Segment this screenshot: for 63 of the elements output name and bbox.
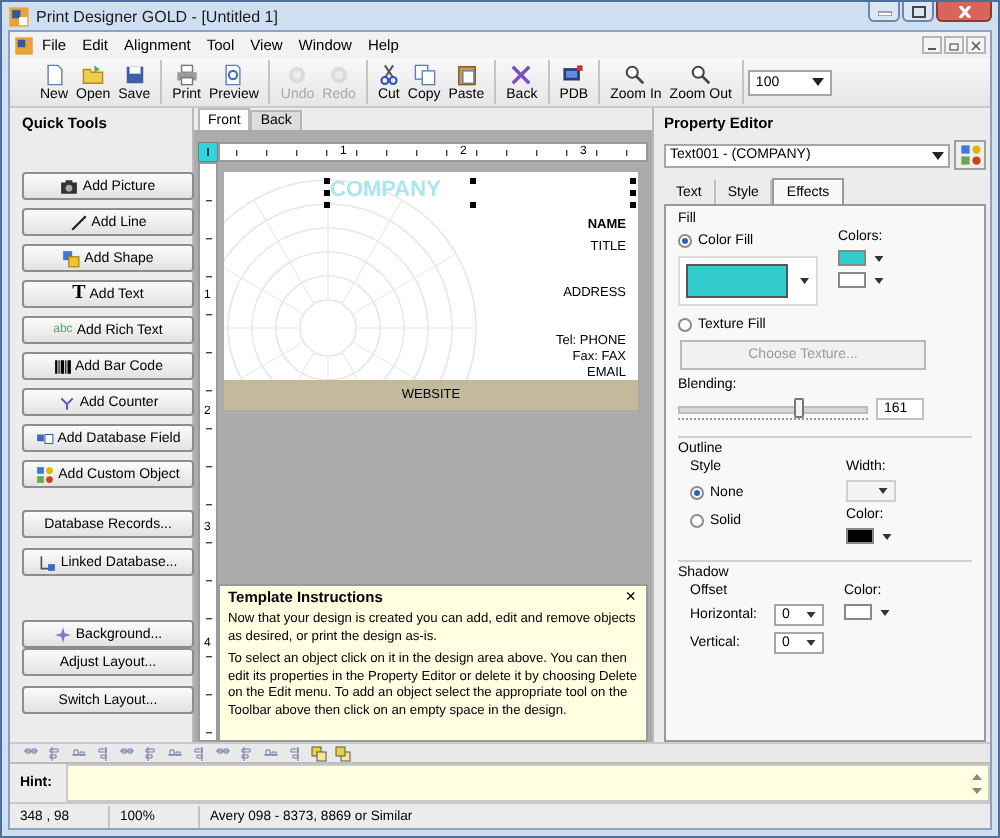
- align-icon[interactable]: [142, 745, 160, 761]
- align-icon[interactable]: [262, 745, 280, 761]
- scroll-arrows-icon[interactable]: [972, 773, 982, 793]
- magnifier-icon: [624, 64, 647, 86]
- link-icon: [38, 553, 57, 571]
- close-button[interactable]: [966, 36, 986, 54]
- color-swatch[interactable]: [838, 250, 866, 266]
- document-icon: [14, 35, 34, 55]
- color-swatch[interactable]: [844, 604, 872, 620]
- minimize-button[interactable]: [868, 2, 900, 22]
- caret-icon: [806, 640, 816, 646]
- line-icon: [69, 213, 88, 231]
- caret-icon: [806, 612, 816, 618]
- caret-icon: [882, 533, 892, 539]
- align-icon[interactable]: [238, 745, 256, 761]
- scissors-icon: [377, 64, 400, 86]
- printer-icon: [175, 64, 198, 86]
- caret-icon: [932, 151, 945, 159]
- magnifier-icon: [689, 64, 712, 86]
- maximize-button[interactable]: [902, 2, 934, 22]
- close-button[interactable]: ×: [623, 588, 638, 606]
- app-icon: [8, 5, 30, 27]
- window-title: Print Designer GOLD - [Untitled 1]: [36, 7, 280, 25]
- align-icon[interactable]: [46, 745, 64, 761]
- caret-icon: [800, 278, 810, 284]
- circle-icon: [328, 64, 351, 86]
- shapes-icon: [62, 249, 81, 267]
- monitor-icon: [562, 64, 585, 86]
- align-icon[interactable]: [190, 745, 208, 761]
- restore-icon: [948, 39, 960, 51]
- fill-color-picker[interactable]: [678, 256, 818, 306]
- color-swatch[interactable]: [838, 272, 866, 288]
- align-icon[interactable]: [166, 745, 184, 761]
- shapes-icon: [36, 465, 55, 483]
- caret-icon: [874, 277, 884, 283]
- camera-icon: [60, 177, 79, 195]
- caret-icon: [811, 78, 824, 86]
- color-swatch[interactable]: [846, 528, 874, 544]
- caret-icon: [874, 255, 884, 261]
- page-icon: [43, 64, 65, 86]
- caret-icon: [878, 488, 888, 494]
- align-icon[interactable]: [286, 745, 304, 761]
- ruler-corner-icon: [198, 142, 218, 162]
- circle-icon: [286, 64, 309, 86]
- blending-slider[interactable]: [678, 396, 868, 420]
- minimize-button[interactable]: [922, 36, 942, 54]
- minimize-icon: [877, 6, 891, 16]
- cross-icon: [510, 64, 533, 86]
- folder-icon: [82, 64, 105, 86]
- shapes-icon: [959, 144, 982, 166]
- align-icon[interactable]: [94, 745, 112, 761]
- caret-icon: [880, 609, 890, 615]
- pages-icon: [413, 64, 436, 86]
- page-magnifier-icon: [222, 64, 245, 86]
- close-icon: [970, 39, 982, 51]
- sparkle-icon: [53, 625, 72, 643]
- clipboard-icon: [455, 64, 478, 86]
- object-button[interactable]: [954, 140, 986, 170]
- barcode-icon: [53, 357, 71, 375]
- maximize-icon: [911, 5, 925, 17]
- align-icon[interactable]: [70, 745, 88, 761]
- close-icon: [957, 5, 971, 17]
- close-button[interactable]: [936, 2, 992, 22]
